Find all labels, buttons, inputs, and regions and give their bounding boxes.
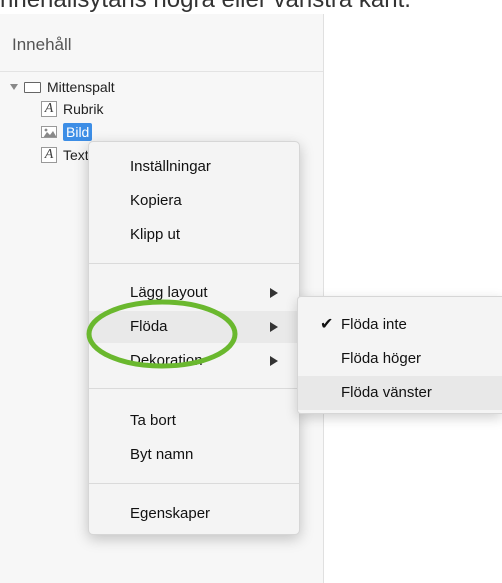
disclosure-triangle-icon[interactable] <box>10 84 18 90</box>
sidebar-title: Innehåll <box>12 35 72 54</box>
menu-separator <box>89 388 299 389</box>
text-block-icon: A <box>41 101 57 117</box>
tree-node-label-selected: Bild <box>63 123 93 141</box>
menu-item-label: Dekoration <box>130 352 203 369</box>
submenu-arrow-icon <box>270 288 278 298</box>
menu-item-label: Flöda <box>130 318 168 335</box>
menu-item-label: Ta bort <box>130 412 176 429</box>
menu-item-label: Egenskaper <box>130 505 211 522</box>
menu-item-label: Inställningar <box>130 158 211 175</box>
menu-item-ta-bort[interactable]: Ta bort <box>89 405 299 437</box>
menu-item-label: Klipp ut <box>130 226 181 243</box>
floda-submenu: ✔ Flöda inte Flöda höger Flöda vänster <box>297 296 502 414</box>
menu-item-floda[interactable]: Flöda <box>89 311 299 343</box>
context-menu: Inställningar Kopiera Klipp ut Lägg layo… <box>88 141 300 535</box>
tree-node-text[interactable]: A Text <box>41 144 89 166</box>
menu-item-label: Kopiera <box>130 192 182 209</box>
image-block-icon <box>41 126 57 138</box>
submenu-item-floda-inte[interactable]: ✔ Flöda inte <box>298 308 502 342</box>
checkmark-icon: ✔ <box>320 316 334 333</box>
container-frame-icon <box>24 81 41 93</box>
tree-node-rubrik[interactable]: A Rubrik <box>41 98 103 120</box>
tree-node-bild[interactable]: Bild <box>41 121 93 143</box>
menu-item-dekoration[interactable]: Dekoration <box>89 345 299 377</box>
menu-item-egenskaper[interactable]: Egenskaper <box>89 498 299 530</box>
menu-item-klipp-ut[interactable]: Klipp ut <box>89 219 299 251</box>
submenu-arrow-icon <box>270 356 278 366</box>
text-block-icon: A <box>41 147 57 163</box>
menu-item-label: Byt namn <box>130 446 194 463</box>
tree-node-label: Rubrik <box>63 101 104 117</box>
submenu-arrow-icon <box>270 322 278 332</box>
submenu-item-label: Flöda vänster <box>341 384 432 401</box>
menu-separator <box>89 483 299 484</box>
menu-item-installningar[interactable]: Inställningar <box>89 151 299 183</box>
menu-item-lagg-layout[interactable]: Lägg layout <box>89 277 299 309</box>
sidebar-header: Innehåll <box>0 14 323 72</box>
menu-item-kopiera[interactable]: Kopiera <box>89 185 299 217</box>
menu-separator <box>89 263 299 264</box>
submenu-item-floda-vanster[interactable]: Flöda vänster <box>298 376 502 410</box>
submenu-item-label: Flöda höger <box>341 350 422 367</box>
submenu-item-label: Flöda inte <box>341 316 407 333</box>
tree-node-label: Text <box>63 147 89 163</box>
menu-item-label: Lägg layout <box>130 284 208 301</box>
menu-item-byt-namn[interactable]: Byt namn <box>89 439 299 471</box>
tree-node-mittenspalt[interactable]: Mittenspalt <box>10 76 115 98</box>
submenu-item-floda-hoger[interactable]: Flöda höger <box>298 342 502 376</box>
tree-node-label: Mittenspalt <box>47 79 115 95</box>
